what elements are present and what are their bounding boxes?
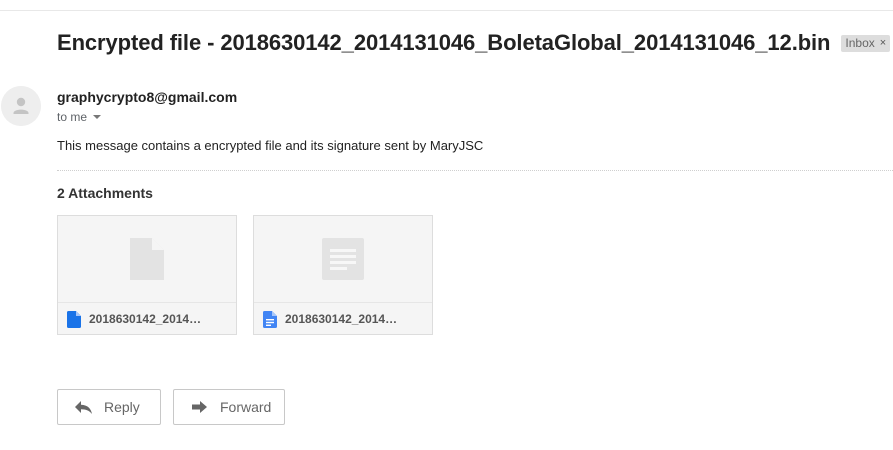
default-avatar-icon xyxy=(1,86,41,126)
attachments-divider xyxy=(57,170,893,171)
sender-avatar[interactable] xyxy=(1,86,41,126)
attachment-card[interactable]: 2018630142_2014… xyxy=(253,215,433,335)
reply-button-label: Reply xyxy=(104,399,140,415)
forward-button[interactable]: Forward xyxy=(173,389,285,425)
label-chip-text: Inbox xyxy=(845,35,875,50)
generic-file-icon xyxy=(130,238,164,280)
attachment-filename: 2018630142_2014… xyxy=(285,312,398,326)
remove-label-icon[interactable]: × xyxy=(880,37,886,50)
top-divider xyxy=(0,10,893,11)
email-subject: Encrypted file - 2018630142_2014131046_B… xyxy=(57,30,831,55)
subject-row: Encrypted file - 2018630142_2014131046_B… xyxy=(57,30,891,56)
doc-file-type-icon xyxy=(263,310,277,328)
attachment-footer: 2018630142_2014… xyxy=(58,302,236,334)
attachment-preview xyxy=(58,216,236,302)
reply-icon xyxy=(75,401,92,414)
forward-button-label: Forward xyxy=(220,399,272,415)
chevron-down-icon[interactable] xyxy=(93,115,102,119)
recipient-label: to me xyxy=(57,110,88,124)
recipient-details-toggle[interactable]: to me xyxy=(57,110,102,124)
forward-icon xyxy=(192,401,207,413)
attachment-footer: 2018630142_2014… xyxy=(254,302,432,334)
reply-button[interactable]: Reply xyxy=(57,389,161,425)
attachment-card[interactable]: 2018630142_2014… xyxy=(57,215,237,335)
sender-email[interactable]: graphycrypto8@gmail.com xyxy=(57,89,237,105)
attachment-preview xyxy=(254,216,432,302)
attachments-title: 2 Attachments xyxy=(57,185,153,201)
inbox-label-chip[interactable]: Inbox × xyxy=(841,34,891,52)
document-icon xyxy=(322,238,364,280)
message-body: This message contains a encrypted file a… xyxy=(57,138,484,153)
attachment-filename: 2018630142_2014… xyxy=(89,312,202,326)
file-type-icon xyxy=(67,310,81,328)
